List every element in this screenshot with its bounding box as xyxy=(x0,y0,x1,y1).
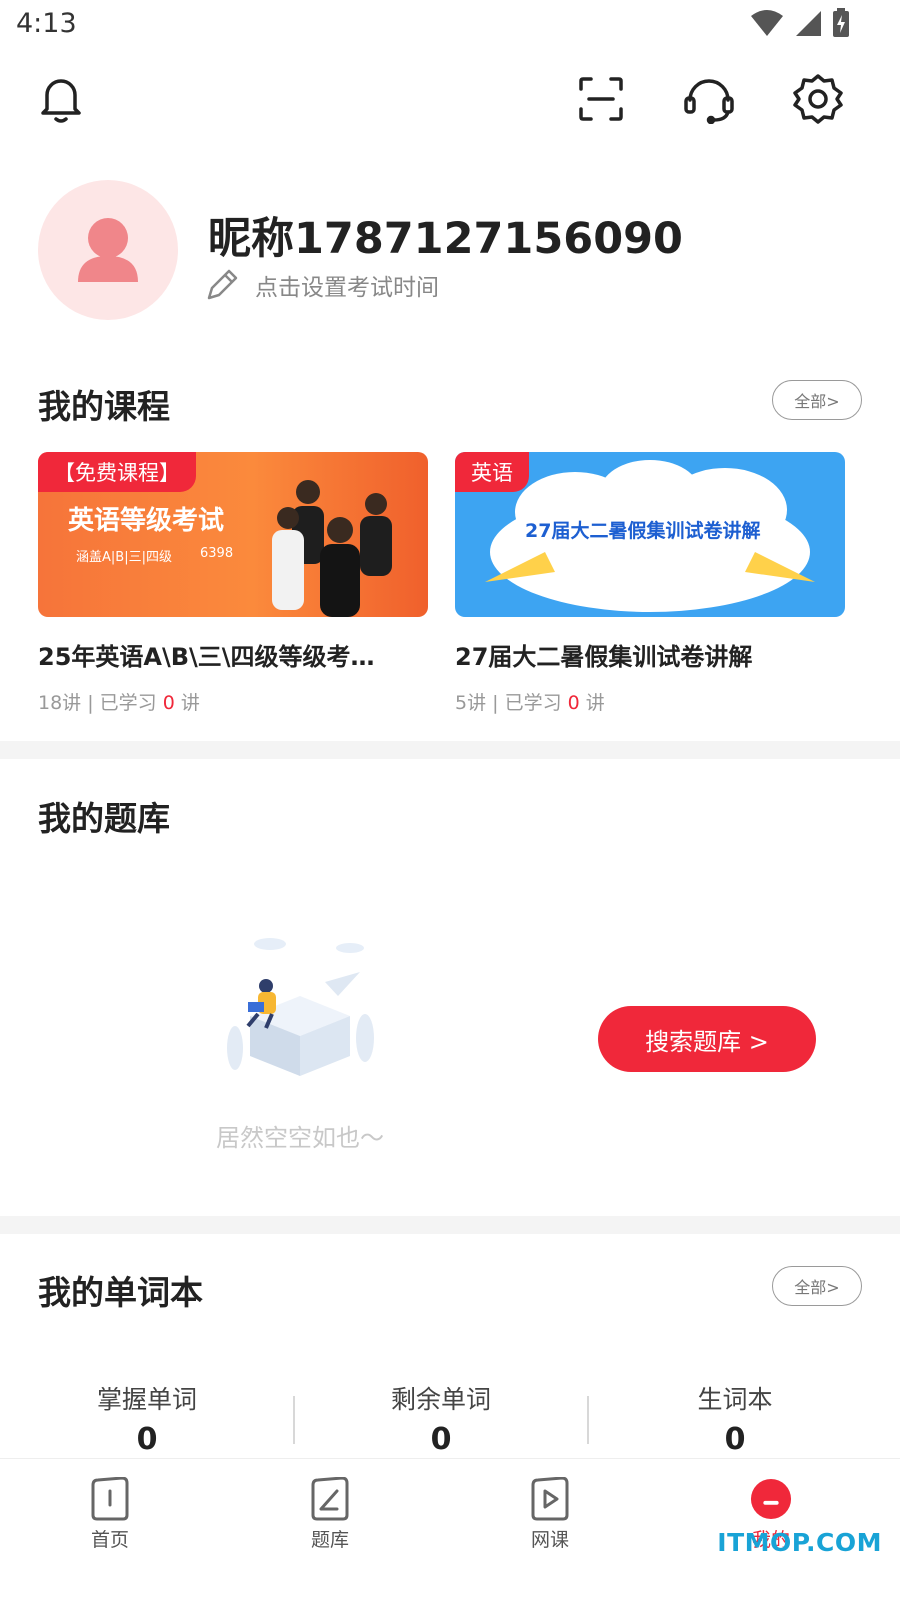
course-thumbnail: 英语等级考试 涵盖A|B|三|四级 6398 【免费课程】 xyxy=(38,452,428,617)
settings-icon[interactable] xyxy=(791,72,845,126)
stat-separator xyxy=(293,1396,295,1444)
stat-label: 生词本 xyxy=(697,1385,773,1414)
tab-label: 首页 xyxy=(90,1529,129,1551)
teachers-illustration xyxy=(272,480,392,617)
nickname[interactable]: 昵称1787127156090 xyxy=(208,204,683,266)
home-icon xyxy=(89,1477,131,1521)
course-thumbnail: 27届大二暑假集训试卷讲解 英语 xyxy=(455,452,845,617)
thumb-headline: 27届大二暑假集训试卷讲解 xyxy=(525,520,761,542)
bell-icon[interactable] xyxy=(34,72,88,126)
profile-tab-icon xyxy=(750,1477,792,1521)
stat-value: 0 xyxy=(136,1422,158,1457)
section-divider xyxy=(0,741,900,759)
empty-box-illustration xyxy=(227,938,374,1076)
headset-icon[interactable] xyxy=(682,72,736,126)
tab-label: 题库 xyxy=(310,1529,349,1551)
signal-icon xyxy=(796,11,821,36)
course-progress: 18讲 | 已学习 0 讲 xyxy=(38,692,200,714)
play-video-icon xyxy=(529,1477,571,1521)
empty-state-text: 居然空空如也～ xyxy=(216,1124,384,1152)
new-words-stat[interactable]: 生词本 0 xyxy=(635,1380,835,1457)
section-divider xyxy=(0,1216,900,1234)
status-bar: 4:13 xyxy=(0,0,900,50)
thumb-count: 6398 xyxy=(200,546,234,561)
thumb-subtitle: 涵盖A|B|三|四级 xyxy=(76,550,172,565)
question-bank-icon xyxy=(309,1477,351,1521)
wordbook-title: 我的单词本 xyxy=(38,1273,203,1312)
exam-time-setter[interactable]: 点击设置考试时间 xyxy=(205,268,439,302)
stat-label: 掌握单词 xyxy=(96,1385,197,1414)
stat-label: 剩余单词 xyxy=(390,1385,491,1414)
courses-all-button[interactable]: 全部> xyxy=(772,380,862,420)
stat-value: 0 xyxy=(430,1422,452,1457)
exam-time-text: 点击设置考试时间 xyxy=(255,275,439,301)
tab-label: 网课 xyxy=(530,1529,569,1551)
course-tag: 【免费课程】 xyxy=(38,452,196,492)
stat-value: 0 xyxy=(724,1422,746,1457)
status-time: 4:13 xyxy=(16,8,77,39)
course-card[interactable]: 英语等级考试 涵盖A|B|三|四级 6398 【免费课程】 25年英语A\B\三… xyxy=(38,452,428,715)
tab-home[interactable]: 首页 xyxy=(50,1477,170,1552)
wordbook-all-button[interactable]: 全部> xyxy=(772,1266,862,1306)
course-card[interactable]: 27届大二暑假集训试卷讲解 英语 27届大二暑假集训试卷讲解 5讲 | 已学习 … xyxy=(455,452,845,715)
courses-title: 我的课程 xyxy=(38,387,170,426)
remaining-words-stat[interactable]: 剩余单词 0 xyxy=(341,1380,541,1457)
tab-online-course[interactable]: 网课 xyxy=(490,1477,610,1552)
watermark: ITMOP.COM xyxy=(717,1528,882,1557)
course-progress: 5讲 | 已学习 0 讲 xyxy=(455,692,605,714)
user-icon xyxy=(78,218,138,282)
question-bank-title: 我的题库 xyxy=(38,799,170,838)
tab-question-bank[interactable]: 题库 xyxy=(270,1477,390,1552)
thumb-headline: 英语等级考试 xyxy=(68,506,225,536)
battery-icon xyxy=(833,8,849,37)
wifi-icon xyxy=(751,10,783,36)
search-question-bank-button[interactable]: 搜索题库 > xyxy=(598,1006,816,1072)
mastered-words-stat[interactable]: 掌握单词 0 xyxy=(47,1380,247,1457)
stat-separator xyxy=(587,1396,589,1444)
course-tag: 英语 xyxy=(455,452,529,492)
course-title: 27届大二暑假集训试卷讲解 xyxy=(455,643,753,671)
scan-icon[interactable] xyxy=(574,72,628,126)
pencil-icon xyxy=(207,269,238,300)
avatar[interactable] xyxy=(38,180,178,320)
status-icons xyxy=(750,8,850,38)
course-title: 25年英语A\B\三\四级等级考… xyxy=(38,643,375,671)
